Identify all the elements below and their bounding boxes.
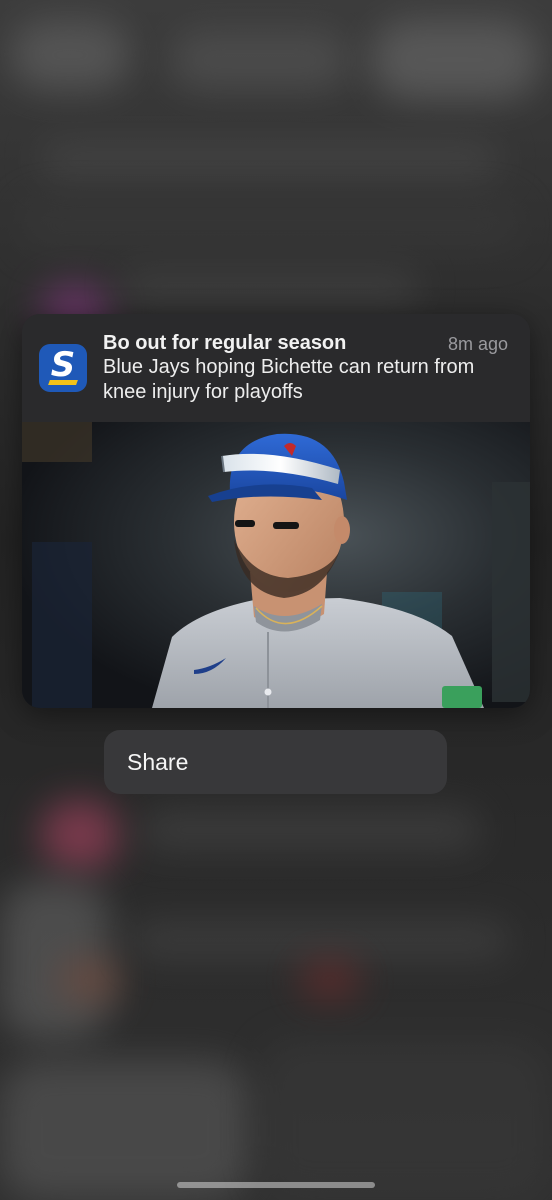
lock-screen: S Bo out for regular season 8m ago Blue … (0, 0, 552, 1200)
baseball-player-photo (22, 422, 530, 708)
share-label: Share (127, 749, 189, 775)
app-icon-underline (48, 380, 78, 385)
notification-body: Blue Jays hoping Bichette can return fro… (103, 356, 475, 403)
notification-title: Bo out for regular season (103, 332, 347, 354)
app-icon-letter: S (50, 345, 76, 385)
thescore-app-icon: S (39, 344, 87, 392)
expanded-notification[interactable]: S Bo out for regular season 8m ago Blue … (22, 314, 530, 708)
share-button[interactable]: Share (104, 730, 447, 794)
home-indicator[interactable] (177, 1182, 375, 1188)
notification-header[interactable]: S Bo out for regular season 8m ago Blue … (22, 314, 530, 422)
notification-time: 8m ago (447, 334, 508, 354)
